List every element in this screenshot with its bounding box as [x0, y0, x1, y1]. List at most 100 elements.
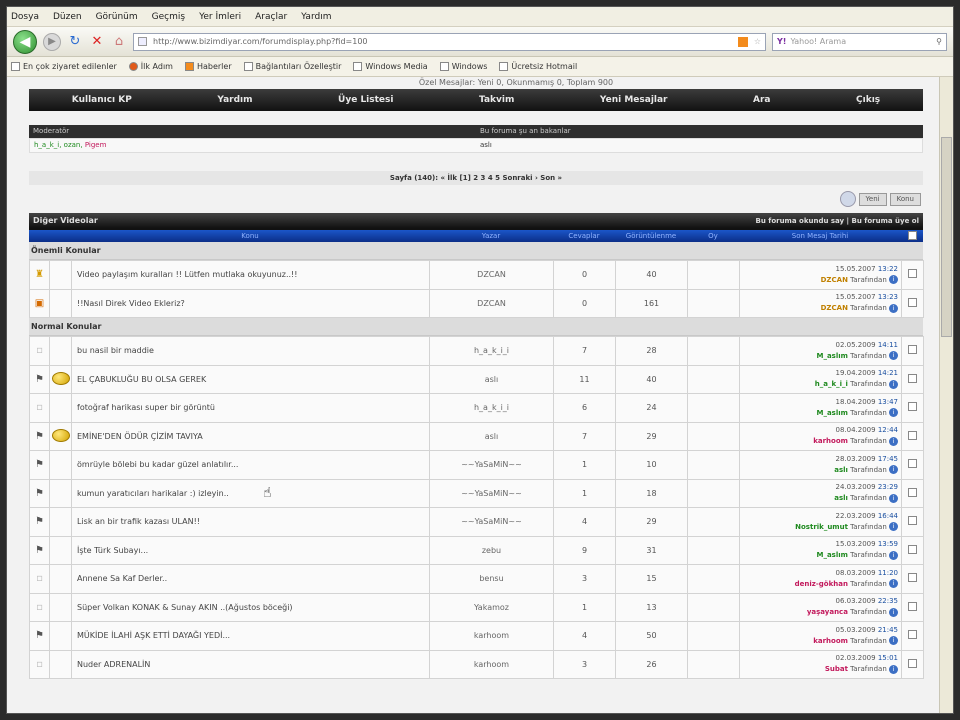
last-post-user[interactable]: Nostrik_umut — [795, 523, 848, 531]
scrollbar-thumb[interactable] — [941, 137, 952, 337]
bookmark-customize-links[interactable]: Bağlantıları Özelleştir — [243, 62, 341, 71]
star-icon[interactable]: ☆ — [754, 37, 761, 46]
thread-select-cell[interactable] — [901, 507, 924, 537]
thread-title[interactable]: Annene Sa Kaf Derler.. — [71, 564, 430, 594]
search-input[interactable]: Yahoo! Arama — [790, 37, 846, 46]
menu-file[interactable]: Dosya — [11, 12, 39, 22]
go-to-last-post-icon[interactable]: i — [889, 550, 898, 560]
bookmark-first-step[interactable]: İlk Adım — [128, 62, 173, 71]
go-to-last-post-icon[interactable]: i — [889, 607, 898, 617]
thread-checkbox[interactable] — [908, 269, 917, 279]
thread-checkbox[interactable] — [908, 573, 917, 583]
thread-title[interactable]: İşte Türk Subayı... — [71, 535, 430, 565]
go-to-last-post-icon[interactable]: i — [889, 303, 898, 313]
thread-select-cell[interactable] — [901, 260, 924, 290]
nav-logout[interactable]: Çıkış — [856, 95, 880, 105]
thread-author[interactable]: bensu — [429, 564, 554, 594]
thread-row[interactable]: ⚑ ömrüyle bölebi bu kadar güzel anlatılır… — [29, 450, 924, 480]
go-to-last-post-icon[interactable]: i — [889, 579, 898, 589]
go-to-last-post-icon[interactable]: i — [889, 351, 898, 361]
thread-checkbox[interactable] — [908, 402, 917, 412]
thread-row[interactable]: ▫ Annene Sa Kaf Derler.. bensu 3 15 08.03.200… — [29, 564, 924, 594]
last-post-user[interactable]: DZCAN — [821, 304, 848, 312]
thread-title[interactable]: fotoğraf harikası super bir görüntü — [71, 393, 430, 423]
menu-history[interactable]: Geçmiş — [152, 12, 185, 22]
nav-search[interactable]: Ara — [753, 95, 770, 105]
thread-author[interactable]: aslı — [429, 364, 554, 394]
thread-author[interactable]: ~~YaSaMiN~~ — [429, 478, 554, 508]
thread-title[interactable]: bu nasil bir maddie — [71, 336, 430, 366]
thread-author[interactable]: h_a_k_i_i — [429, 393, 554, 423]
thread-checkbox[interactable] — [908, 658, 917, 668]
new-topic-button[interactable]: Yeni — [858, 192, 887, 206]
thread-author[interactable]: aslı — [429, 421, 554, 451]
thread-checkbox[interactable] — [908, 516, 917, 526]
thread-row[interactable]: ⚑ MÜKİDE İLAHİ AŞK ETTİ DAYAĞI YEDİ... kar… — [29, 621, 924, 651]
home-button[interactable]: ⌂ — [111, 34, 127, 50]
forum-actions[interactable]: Bu foruma okundu say | Bu foruma üye ol — [756, 217, 919, 225]
page-scrollbar[interactable] — [939, 77, 953, 713]
thread-row[interactable]: ▫ Nuder ADRENALİN karhoom 3 26 02.03.2009 15:… — [29, 649, 924, 679]
thread-author[interactable]: DZCAN — [429, 288, 554, 318]
thread-row[interactable]: ▣ !!Nasıl Direk Video Ekleriz? DZCAN 0 161 15… — [29, 288, 924, 318]
viewing-users[interactable]: aslı — [476, 139, 922, 152]
thread-title[interactable]: Lisk an bir trafik kazası ULAN!! — [71, 507, 430, 537]
thread-title[interactable]: MÜKİDE İLAHİ AŞK ETTİ DAYAĞI YEDİ... — [71, 621, 430, 651]
thread-checkbox[interactable] — [908, 544, 917, 554]
col-rating[interactable]: Oy — [687, 232, 739, 240]
thread-row[interactable]: ⚑ kumun yaratıcıları harikalar :) izleyin… — [29, 478, 924, 508]
thread-select-cell[interactable] — [901, 564, 924, 594]
last-post-user[interactable]: h_a_k_i_i — [815, 380, 848, 388]
col-last-post[interactable]: Son Mesaj Tarihi — [739, 232, 901, 240]
last-post-user[interactable]: Subat — [825, 665, 848, 673]
thread-author[interactable]: h_a_k_i_i — [429, 336, 554, 366]
last-post-user[interactable]: karhoom — [813, 637, 848, 645]
bookmark-windows-media[interactable]: Windows Media — [353, 62, 428, 71]
thread-select-cell[interactable] — [901, 592, 924, 622]
last-post-user[interactable]: yaşayanca — [807, 608, 848, 616]
bookmark-news[interactable]: Haberler — [184, 62, 232, 71]
col-replies[interactable]: Cevaplar — [553, 232, 615, 240]
thread-author[interactable]: Yakamoz — [429, 592, 554, 622]
go-to-last-post-icon[interactable]: i — [889, 636, 898, 646]
pagination[interactable]: Sayfa (140): « İlk [1] 2 3 4 5 Sonraki ›… — [29, 171, 923, 185]
thread-row[interactable]: ⚑ EMİNE'DEN ÖDÜR ÇİZİM TAVIYA aslı 7 29 08.04… — [29, 421, 924, 451]
go-to-last-post-icon[interactable]: i — [889, 465, 898, 475]
menu-edit[interactable]: Düzen — [53, 12, 82, 22]
last-post-user[interactable]: M_aslım — [816, 551, 847, 559]
thread-row[interactable]: ⚑ Lisk an bir trafik kazası ULAN!! ~~YaSaM… — [29, 507, 924, 537]
thread-select-cell[interactable] — [901, 421, 924, 451]
thread-checkbox[interactable] — [908, 630, 917, 640]
menu-help[interactable]: Yardım — [301, 12, 331, 22]
thread-select-cell[interactable] — [901, 649, 924, 679]
thread-select-cell[interactable] — [901, 336, 924, 366]
nav-calendar[interactable]: Takvim — [479, 95, 514, 105]
thread-author[interactable]: karhoom — [429, 621, 554, 651]
thread-author[interactable]: ~~YaSaMiN~~ — [429, 507, 554, 537]
go-to-last-post-icon[interactable]: i — [889, 379, 898, 389]
thread-checkbox[interactable] — [908, 373, 917, 383]
thread-checkbox[interactable] — [908, 487, 917, 497]
col-topic[interactable]: Konu — [71, 232, 429, 240]
col-select-all[interactable] — [901, 230, 923, 242]
thread-checkbox[interactable] — [908, 459, 917, 469]
select-all-checkbox[interactable] — [907, 230, 917, 240]
thread-select-cell[interactable] — [901, 393, 924, 423]
thread-checkbox[interactable] — [908, 297, 917, 307]
thread-row[interactable]: ♜ Video paylaşım kuralları !! Lütfen mutl… — [29, 260, 924, 290]
search-box[interactable]: Y! Yahoo! Arama ⚲ — [772, 32, 947, 51]
last-post-user[interactable]: aslı — [834, 494, 848, 502]
thread-title[interactable]: EMİNE'DEN ÖDÜR ÇİZİM TAVIYA — [71, 421, 430, 451]
bookmark-hotmail[interactable]: Ücretsiz Hotmail — [499, 62, 577, 71]
forward-button[interactable]: ▶ — [43, 32, 61, 51]
thread-author[interactable]: ~~YaSaMiN~~ — [429, 450, 554, 480]
back-button[interactable]: ◀ — [13, 29, 37, 54]
nav-new-posts[interactable]: Yeni Mesajlar — [600, 95, 668, 105]
nav-help[interactable]: Yardım — [217, 95, 252, 105]
menu-bookmarks[interactable]: Yer İmleri — [199, 12, 241, 22]
rss-icon[interactable] — [737, 36, 748, 47]
address-bar[interactable]: http://www.bizimdiyar.com/forumdisplay.p… — [133, 32, 766, 51]
last-post-user[interactable]: deniz-gökhan — [795, 580, 848, 588]
go-to-last-post-icon[interactable]: i — [889, 275, 898, 285]
col-views[interactable]: Görüntülenme — [615, 232, 687, 240]
